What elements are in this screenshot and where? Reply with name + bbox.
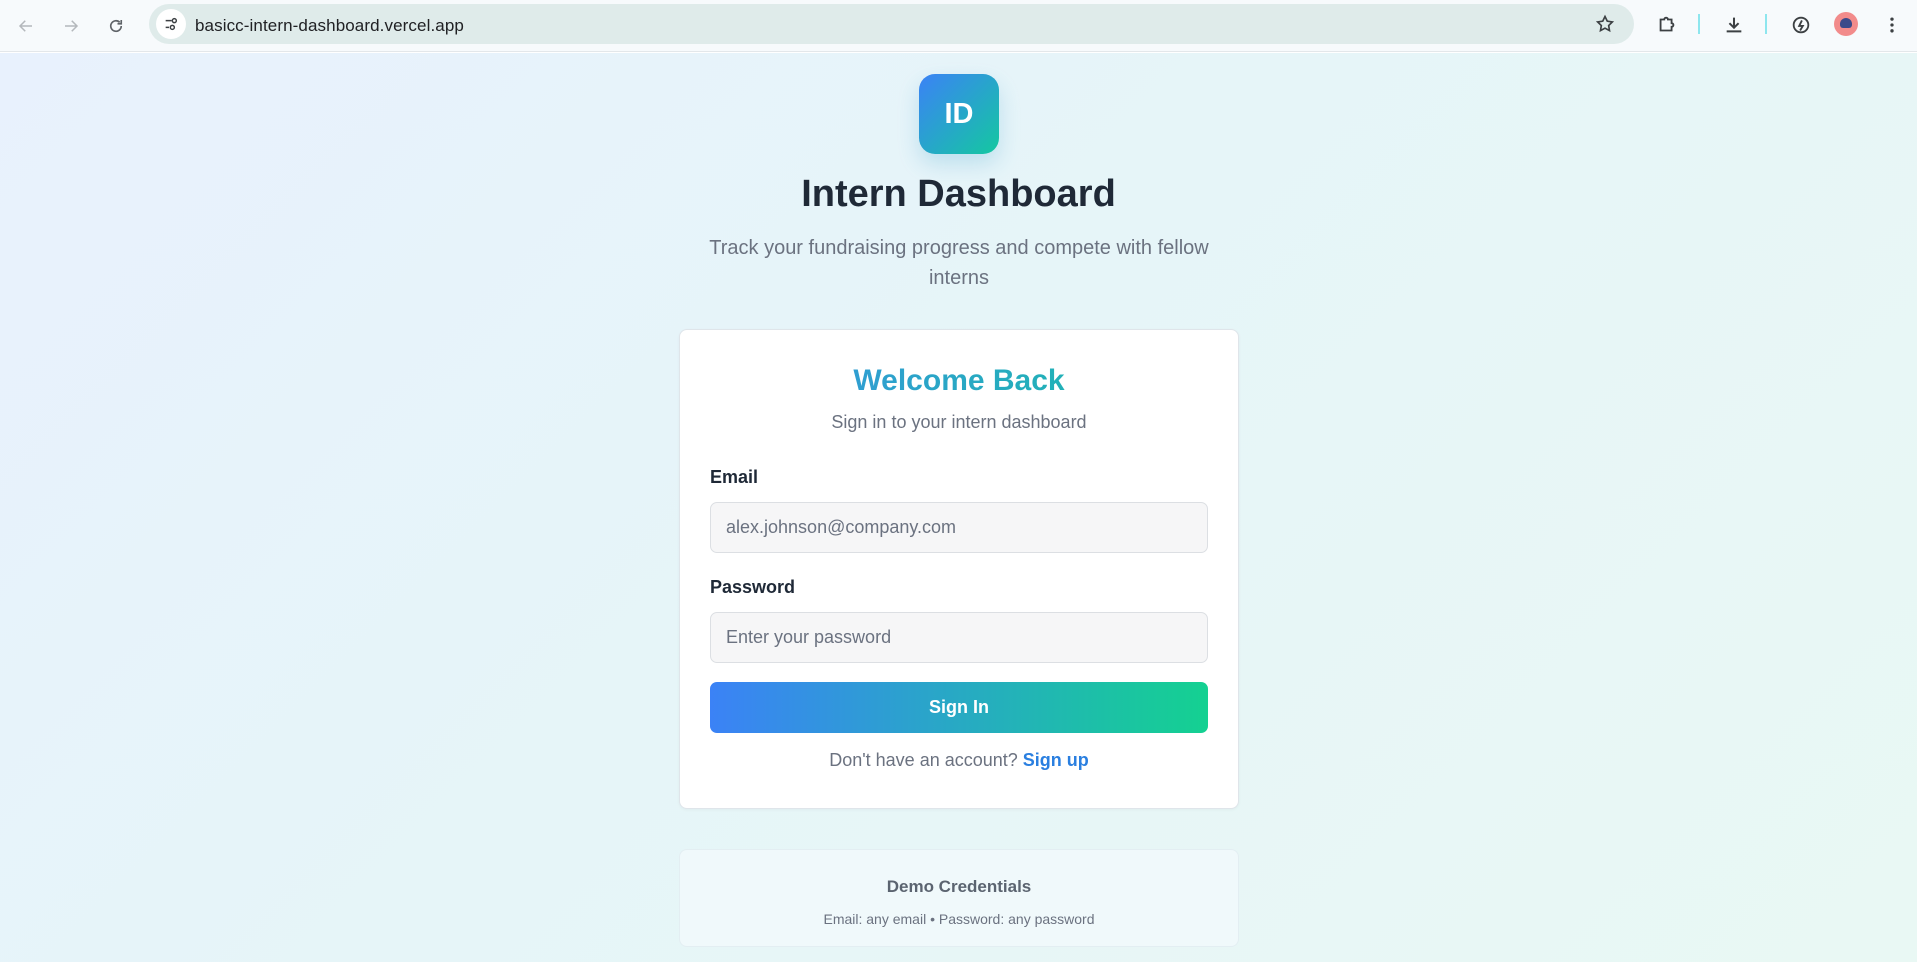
browser-toolbar: basicc-intern-dashboard.vercel.app [0, 0, 1917, 52]
address-bar[interactable]: basicc-intern-dashboard.vercel.app [149, 4, 1634, 44]
demo-credentials-text: Email: any email • Password: any passwor… [823, 911, 1095, 927]
email-field[interactable] [710, 502, 1208, 553]
demo-credentials-panel: Demo Credentials Email: any email • Pass… [679, 849, 1239, 947]
bookmark-button[interactable] [1594, 13, 1616, 35]
toolbar-divider [1765, 14, 1767, 34]
email-label: Email [710, 467, 759, 487]
star-icon [1595, 14, 1615, 33]
reload-icon [109, 19, 123, 33]
demo-credentials-title: Demo Credentials [886, 877, 1032, 896]
page-title: Intern Dashboard [801, 173, 1116, 215]
page-subtitle: Track your fundraising progress and comp… [709, 237, 1209, 289]
login-card: Welcome Back Sign in to your intern dash… [679, 329, 1239, 809]
arrow-left-icon [18, 20, 32, 32]
signup-prompt-text: Don't have an account? [829, 750, 1018, 770]
toolbar-divider [1698, 14, 1700, 34]
site-info-button[interactable] [156, 9, 186, 39]
sign-up-link[interactable]: Sign up [1023, 750, 1089, 770]
arrow-right-icon [65, 20, 79, 32]
browser-menu-button[interactable] [1879, 12, 1905, 38]
logo-text: ID [944, 97, 974, 130]
login-subtitle: Sign in to your intern dashboard [831, 412, 1087, 432]
downloads-button[interactable] [1721, 12, 1747, 38]
profile-avatar[interactable] [1834, 12, 1858, 36]
reload-button[interactable] [100, 10, 132, 42]
extensions-button[interactable] [1654, 12, 1680, 38]
kebab-menu-icon [1890, 17, 1894, 33]
sign-in-button[interactable]: Sign In [710, 682, 1208, 733]
tune-icon [165, 17, 178, 31]
puzzle-icon [1659, 16, 1675, 32]
url-text[interactable]: basicc-intern-dashboard.vercel.app [195, 16, 464, 36]
speed-icon [1792, 16, 1810, 34]
signup-prompt-line: Don't have an account? Sign up [680, 750, 1238, 771]
forward-button[interactable] [55, 10, 87, 42]
password-field[interactable] [710, 612, 1208, 663]
download-icon [1726, 17, 1742, 33]
performance-button[interactable] [1788, 12, 1814, 38]
app-logo: ID [919, 74, 999, 154]
back-button[interactable] [10, 10, 42, 42]
page-background: ID Intern Dashboard Track your fundraisi… [0, 53, 1917, 962]
password-label: Password [710, 577, 796, 597]
login-title: Welcome Back [680, 364, 1238, 398]
